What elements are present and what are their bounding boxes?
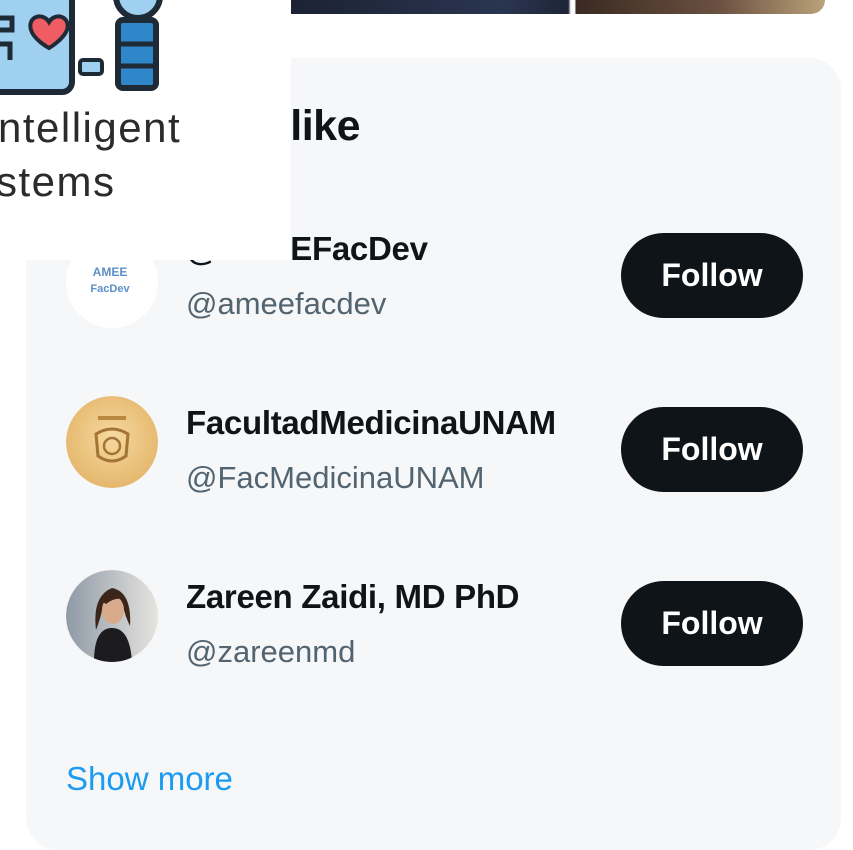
avatar-text: AMEE — [93, 265, 128, 279]
suggestion-row[interactable]: FacultadMedicinaUNAM @FacMedicinaUNAM Fo… — [0, 392, 853, 502]
top-image-strip — [290, 0, 825, 14]
follow-button[interactable]: Follow — [621, 407, 803, 492]
account-handle[interactable]: @FacMedicinaUNAM — [186, 460, 484, 496]
account-handle[interactable]: @zareenmd — [186, 634, 355, 670]
account-handle[interactable]: @ameefacdev — [186, 286, 386, 322]
account-name[interactable]: FacultadMedicinaUNAM — [186, 404, 556, 442]
logo-overlay: ntelligent stems — [0, 0, 291, 260]
avatar-text: FacDev — [90, 283, 130, 295]
logo-text: stems — [0, 158, 116, 205]
show-more-link[interactable]: Show more — [66, 760, 233, 798]
avatar[interactable] — [66, 396, 158, 488]
logo-text: ntelligent — [0, 104, 182, 151]
follow-button[interactable]: Follow — [621, 233, 803, 318]
avatar[interactable] — [66, 570, 158, 662]
suggestion-row[interactable]: Zareen Zaidi, MD PhD @zareenmd Follow — [0, 566, 853, 676]
account-name[interactable]: Zareen Zaidi, MD PhD — [186, 578, 520, 616]
logo-icon — [0, 0, 163, 95]
follow-button[interactable]: Follow — [621, 581, 803, 666]
